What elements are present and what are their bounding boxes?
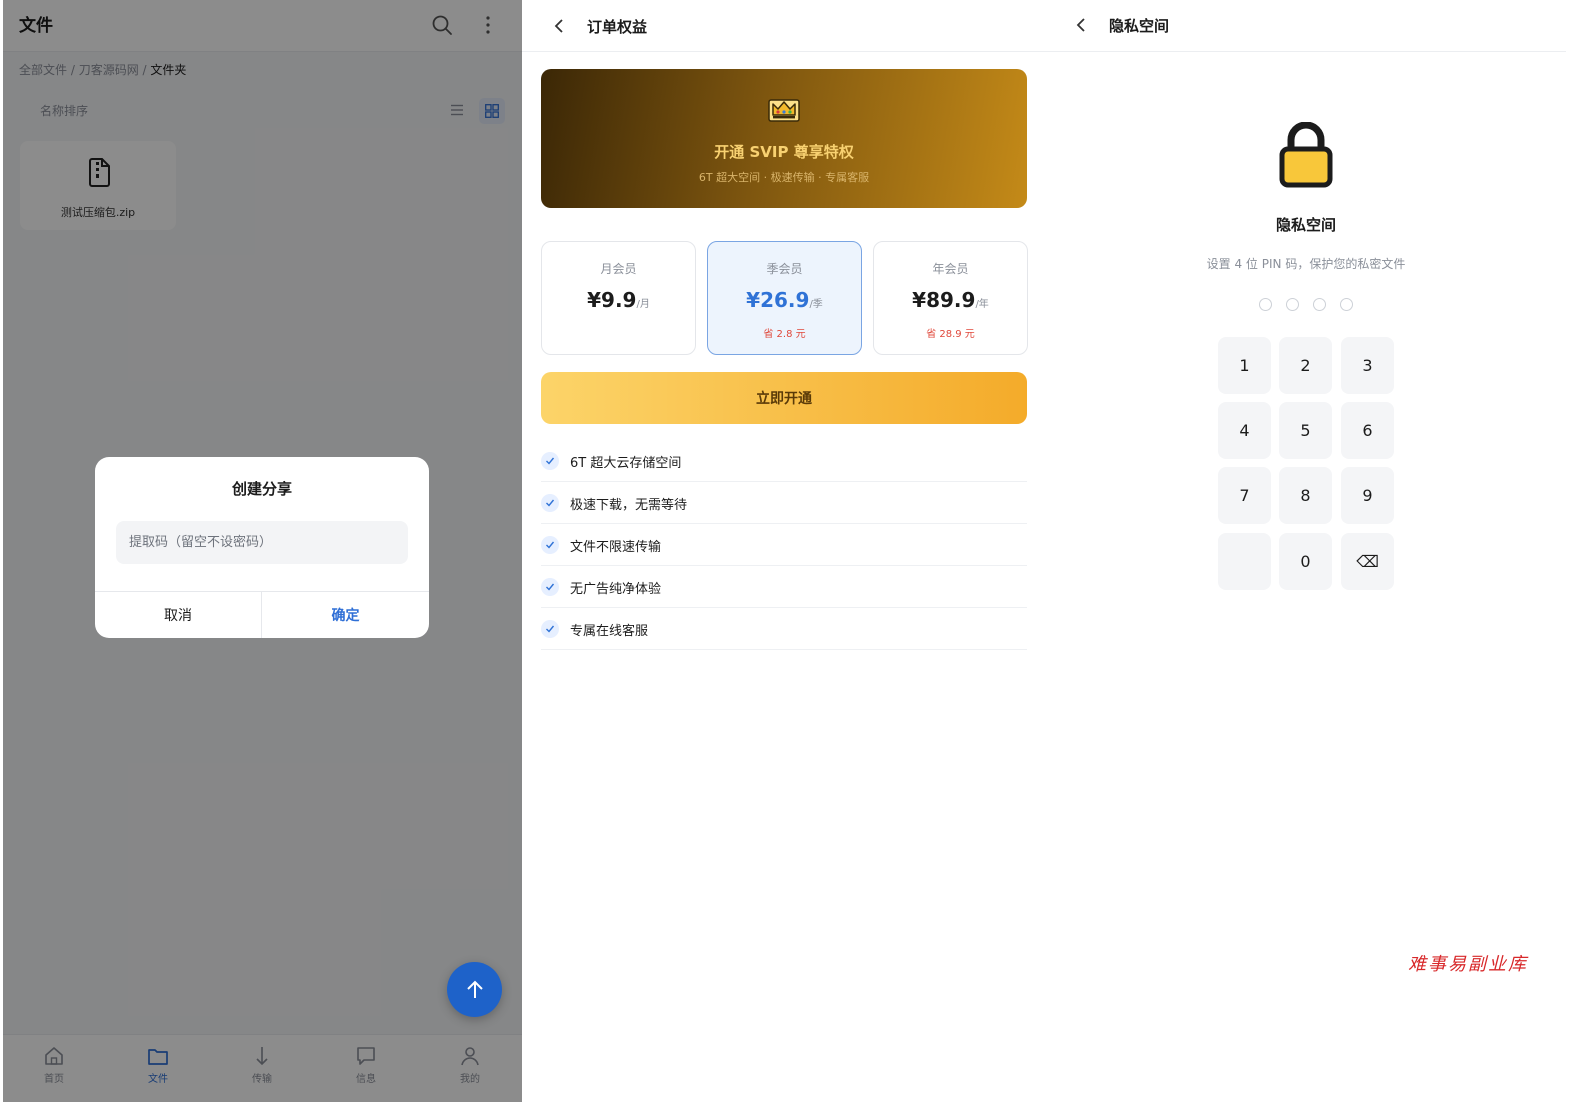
feature-text: 极速下载，无需等待 <box>570 498 688 513</box>
keypad-key-0[interactable]: 0 <box>1279 533 1332 590</box>
feature-item: 无广告纯净体验 <box>541 566 1027 608</box>
private-space-screen: 隐私空间 隐私空间 设置 4 位 PIN 码，保护您的私密文件 1 2 3 4 … <box>1046 0 1578 1102</box>
plan-price-value: ¥9.9 <box>587 288 637 312</box>
check-icon <box>541 536 559 554</box>
order-benefits-screen: 订单权益 开通 SVIP 尊享特权 6T 超大空间 · 极速传输 · 专属客服 … <box>522 0 1046 1102</box>
back-chevron-icon[interactable] <box>1074 16 1088 34</box>
feature-text: 无广告纯净体验 <box>570 582 662 597</box>
extract-code-input[interactable] <box>116 521 408 564</box>
app-header: 订单权益 <box>522 0 1046 52</box>
feature-text: 6T 超大云存储空间 <box>570 456 682 471</box>
plan-price: ¥89.9/年 <box>874 288 1027 312</box>
file-manager-screen: 文件 全部文件 / 刀客源码网 / 文件夹 名称排序 测试压缩包.zip 首页 … <box>3 0 522 1102</box>
check-icon <box>541 452 559 470</box>
back-chevron-icon[interactable] <box>552 17 566 35</box>
plan-price-value: ¥26.9 <box>746 288 810 312</box>
keypad-key-5[interactable]: 5 <box>1279 402 1332 459</box>
plan-savings: 省 28.9 元 <box>926 329 975 340</box>
keypad-backspace-button[interactable]: ⌫ <box>1341 533 1394 590</box>
pin-dot <box>1313 298 1326 311</box>
banner-subtitle: 6T 超大空间 · 极速传输 · 专属客服 <box>698 171 870 184</box>
feature-text: 专属在线客服 <box>570 624 649 639</box>
dialog-title: 创建分享 <box>231 480 292 498</box>
keypad-key-9[interactable]: 9 <box>1341 467 1394 524</box>
pin-dot <box>1259 298 1272 311</box>
plan-card-yearly[interactable]: 年会员 ¥89.9/年 省 28.9 元 <box>873 241 1028 355</box>
crown-icon <box>768 99 800 122</box>
keypad-key-4[interactable]: 4 <box>1218 402 1271 459</box>
keypad-key-8[interactable]: 8 <box>1279 467 1332 524</box>
plan-price-value: ¥89.9 <box>912 288 976 312</box>
check-icon <box>541 578 559 596</box>
plan-price-unit: /年 <box>975 299 989 310</box>
activate-now-button[interactable]: 立即开通 <box>541 372 1027 424</box>
keypad-key-6[interactable]: 6 <box>1341 402 1394 459</box>
plan-price: ¥9.9/月 <box>542 288 695 312</box>
plan-name: 季会员 <box>766 262 803 276</box>
plan-price: ¥26.9/季 <box>708 288 861 312</box>
dialog-footer: 取消 确定 <box>95 591 429 638</box>
keypad-key-7[interactable]: 7 <box>1218 467 1271 524</box>
plan-savings: 省 2.8 元 <box>763 329 806 340</box>
watermark-text: 难事易副业库 <box>1408 954 1528 975</box>
feature-item: 文件不限速传输 <box>541 524 1027 566</box>
page-title: 订单权益 <box>587 18 648 36</box>
keypad-key-empty <box>1218 533 1271 590</box>
private-space-heading: 隐私空间 <box>1275 216 1336 234</box>
app-header: 隐私空间 <box>1046 0 1566 52</box>
feature-text: 文件不限速传输 <box>570 540 662 555</box>
svip-banner: 开通 SVIP 尊享特权 6T 超大空间 · 极速传输 · 专属客服 <box>541 69 1027 208</box>
check-icon <box>541 620 559 638</box>
create-share-dialog: 创建分享 取消 确定 <box>95 457 429 638</box>
keypad-key-3[interactable]: 3 <box>1341 337 1394 394</box>
pin-dot <box>1340 298 1353 311</box>
lock-icon <box>1279 122 1333 188</box>
plan-price-unit: /月 <box>636 299 650 310</box>
cancel-button[interactable]: 取消 <box>95 592 262 638</box>
plan-price-unit: /季 <box>809 299 823 310</box>
confirm-button[interactable]: 确定 <box>262 592 429 638</box>
keypad-key-2[interactable]: 2 <box>1279 337 1332 394</box>
page-title: 隐私空间 <box>1109 17 1170 35</box>
feature-item: 6T 超大云存储空间 <box>541 440 1027 482</box>
keypad-key-1[interactable]: 1 <box>1218 337 1271 394</box>
plan-name: 月会员 <box>600 262 637 276</box>
feature-item: 极速下载，无需等待 <box>541 482 1027 524</box>
plan-card-monthly[interactable]: 月会员 ¥9.9/月 <box>541 241 696 355</box>
arrow-up-icon <box>467 980 483 998</box>
backspace-icon: ⌫ <box>1356 552 1379 571</box>
upload-fab-button[interactable] <box>447 962 502 1017</box>
pin-instruction: 设置 4 位 PIN 码，保护您的私密文件 <box>1206 257 1406 271</box>
plan-name: 年会员 <box>932 262 969 276</box>
plan-card-quarterly[interactable]: 季会员 ¥26.9/季 省 2.8 元 <box>707 241 862 355</box>
banner-title: 开通 SVIP 尊享特权 <box>714 143 854 161</box>
check-icon <box>541 494 559 512</box>
feature-item: 专属在线客服 <box>541 608 1027 650</box>
pin-dot <box>1286 298 1299 311</box>
